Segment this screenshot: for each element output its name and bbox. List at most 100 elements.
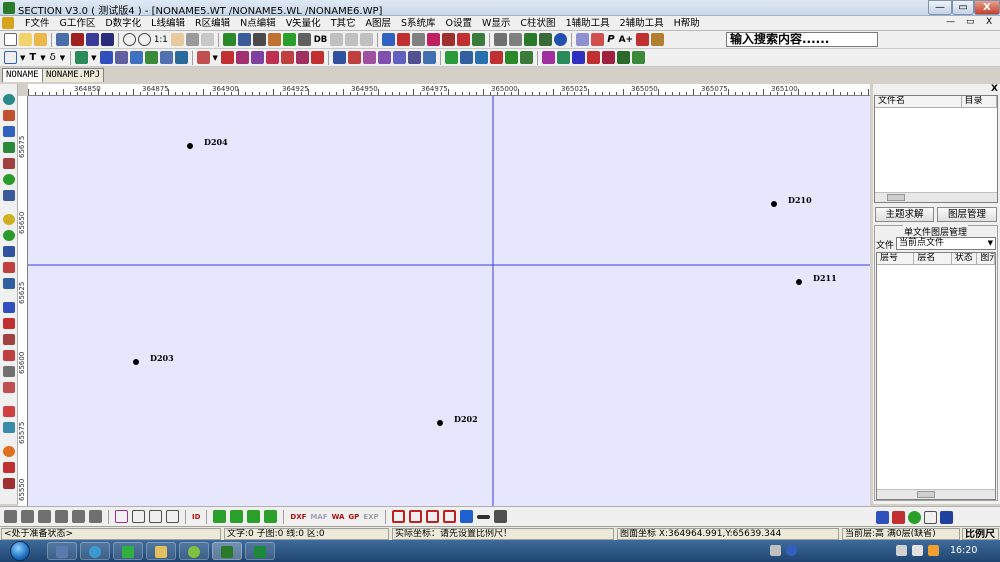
note-icon[interactable]	[576, 33, 590, 46]
pointer-tool-icon[interactable]	[3, 110, 15, 121]
split-line-icon[interactable]	[159, 51, 173, 64]
table-icon[interactable]	[89, 510, 102, 523]
layer-status-column[interactable]: 状态	[952, 253, 978, 264]
menu-other[interactable]: T其它	[326, 17, 361, 30]
region-split-icon[interactable]	[362, 51, 376, 64]
survey-point[interactable]	[187, 143, 193, 149]
region-fill-icon[interactable]	[377, 51, 391, 64]
pan-hand-icon[interactable]	[170, 33, 184, 46]
select-tool-icon[interactable]	[3, 126, 15, 137]
tray-shield-icon[interactable]	[912, 545, 923, 556]
measure-icon[interactable]	[282, 33, 296, 46]
save-line-icon[interactable]	[86, 33, 99, 46]
region-input-icon[interactable]	[332, 51, 346, 64]
align-tool-icon[interactable]	[3, 278, 15, 289]
move-node-icon[interactable]	[114, 51, 128, 64]
region-merge-icon[interactable]	[347, 51, 361, 64]
dropdown-arrow-icon[interactable]: ▼	[59, 54, 66, 62]
v-spacing-icon[interactable]	[166, 510, 179, 523]
layer-number-column[interactable]: 层号	[877, 253, 915, 264]
scale-button[interactable]: 比例尺	[962, 528, 999, 540]
menu-help[interactable]: H帮助	[669, 17, 705, 30]
node-tool-icon[interactable]	[3, 142, 15, 153]
zoom-out-icon[interactable]	[138, 33, 151, 46]
cut-icon[interactable]	[330, 33, 344, 46]
menu-display[interactable]: W显示	[477, 17, 515, 30]
red-tool-icon[interactable]	[892, 511, 905, 524]
pattern-icon[interactable]	[571, 51, 585, 64]
menu-column-chart[interactable]: C柱状图	[515, 17, 560, 30]
extend-icon[interactable]	[250, 51, 264, 64]
layer-element-column[interactable]: 图元	[977, 253, 995, 264]
save-all-icon[interactable]	[101, 33, 114, 46]
frame-icon[interactable]	[115, 510, 128, 523]
topic-solve-button[interactable]: 主题求解	[875, 207, 934, 222]
survey-point[interactable]	[771, 201, 777, 207]
taskbar-section-icon[interactable]	[212, 542, 242, 560]
menu-point-edit[interactable]: N点编辑	[235, 17, 281, 30]
tray-flag-icon[interactable]	[928, 545, 939, 556]
green-dot-icon[interactable]	[908, 511, 921, 524]
dashes-icon[interactable]	[476, 514, 490, 519]
record-icon[interactable]	[408, 510, 422, 523]
map-canvas[interactable]: D204 D210 D211 D203 D202	[28, 96, 870, 506]
database-button[interactable]: DB	[313, 35, 329, 45]
exp-button[interactable]: EXP	[363, 513, 378, 521]
select-point-icon[interactable]	[382, 33, 396, 46]
delta-tool-button[interactable]: δ	[49, 52, 57, 63]
region-hole-icon[interactable]	[392, 51, 406, 64]
select-line-icon[interactable]	[397, 33, 411, 46]
reverse-line-icon[interactable]	[295, 51, 309, 64]
texture-icon[interactable]	[631, 51, 645, 64]
taskbar-media-icon[interactable]	[113, 542, 143, 560]
snap-icon[interactable]	[459, 51, 473, 64]
survey-point[interactable]	[437, 420, 443, 426]
panel-close-button[interactable]: X	[991, 84, 998, 94]
node-icon[interactable]	[99, 51, 113, 64]
frog-tool-icon[interactable]	[3, 174, 15, 185]
justify-icon[interactable]	[55, 510, 68, 523]
file-name-column[interactable]: 文件名	[875, 96, 962, 107]
brush-icon[interactable]	[539, 33, 553, 46]
tray-volume-icon[interactable]	[896, 545, 907, 556]
region-attr-icon[interactable]	[422, 51, 436, 64]
maximize-button[interactable]: ▭	[952, 0, 974, 15]
grid-icon[interactable]	[222, 33, 236, 46]
angle-tool-icon[interactable]	[3, 382, 15, 393]
vertex-tool-icon[interactable]	[3, 462, 15, 473]
open-project-icon[interactable]	[34, 33, 47, 46]
list-tool-icon[interactable]	[3, 406, 15, 417]
tray-network-icon[interactable]	[770, 545, 781, 556]
crosshair-tool-icon[interactable]	[3, 246, 15, 257]
taskbar-app-icon[interactable]	[179, 542, 209, 560]
select-region-icon[interactable]	[412, 33, 426, 46]
minimize-button[interactable]: —	[928, 0, 952, 15]
edit-region-icon[interactable]	[457, 33, 471, 46]
survey-point[interactable]	[133, 359, 139, 365]
copy-icon[interactable]	[345, 33, 359, 46]
new-file-icon[interactable]	[4, 33, 17, 46]
menu-settings[interactable]: O设置	[441, 17, 477, 30]
point-tool-icon[interactable]	[4, 51, 17, 64]
target-tool-icon[interactable]	[3, 214, 15, 225]
display-icon[interactable]	[252, 33, 266, 46]
columns-icon[interactable]	[72, 510, 85, 523]
circle-tool-icon[interactable]	[3, 230, 15, 241]
arrow-down-icon[interactable]	[230, 510, 244, 523]
layer-view-icon[interactable]	[237, 33, 251, 46]
menu-aux-tools-1[interactable]: 1辅助工具	[561, 17, 615, 30]
hatch-icon[interactable]	[616, 51, 630, 64]
zoom-ratio-button[interactable]: 1:1	[153, 35, 169, 45]
mdi-minimize-button[interactable]: —	[946, 17, 955, 27]
curve-add-icon[interactable]	[3, 334, 15, 345]
align-center-icon[interactable]	[21, 510, 34, 523]
dxf-button[interactable]: DXF	[290, 513, 306, 521]
mdi-restore-button[interactable]: ▭	[966, 17, 975, 27]
mdi-close-button[interactable]: X	[986, 17, 992, 27]
line-input-icon[interactable]	[75, 51, 89, 64]
maf-button[interactable]: MAF	[310, 513, 327, 521]
layer-name-column[interactable]: 层名	[914, 253, 952, 264]
open-folder-icon[interactable]	[19, 33, 32, 46]
arrow-up-icon[interactable]	[213, 510, 227, 523]
wa-button[interactable]: WA	[332, 513, 345, 521]
